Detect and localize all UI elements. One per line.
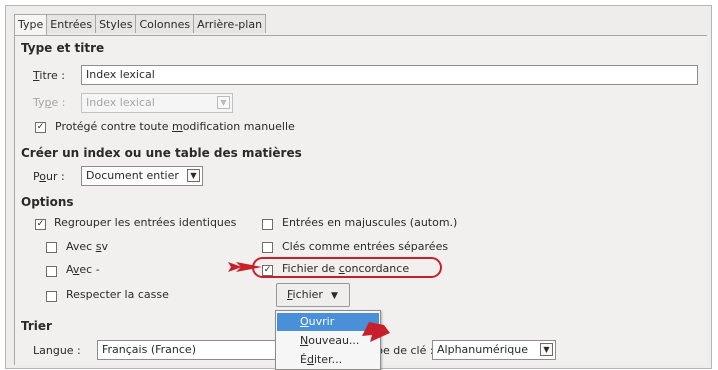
annotation-overlay [228,262,390,342]
red-arrow-icon [362,322,390,342]
